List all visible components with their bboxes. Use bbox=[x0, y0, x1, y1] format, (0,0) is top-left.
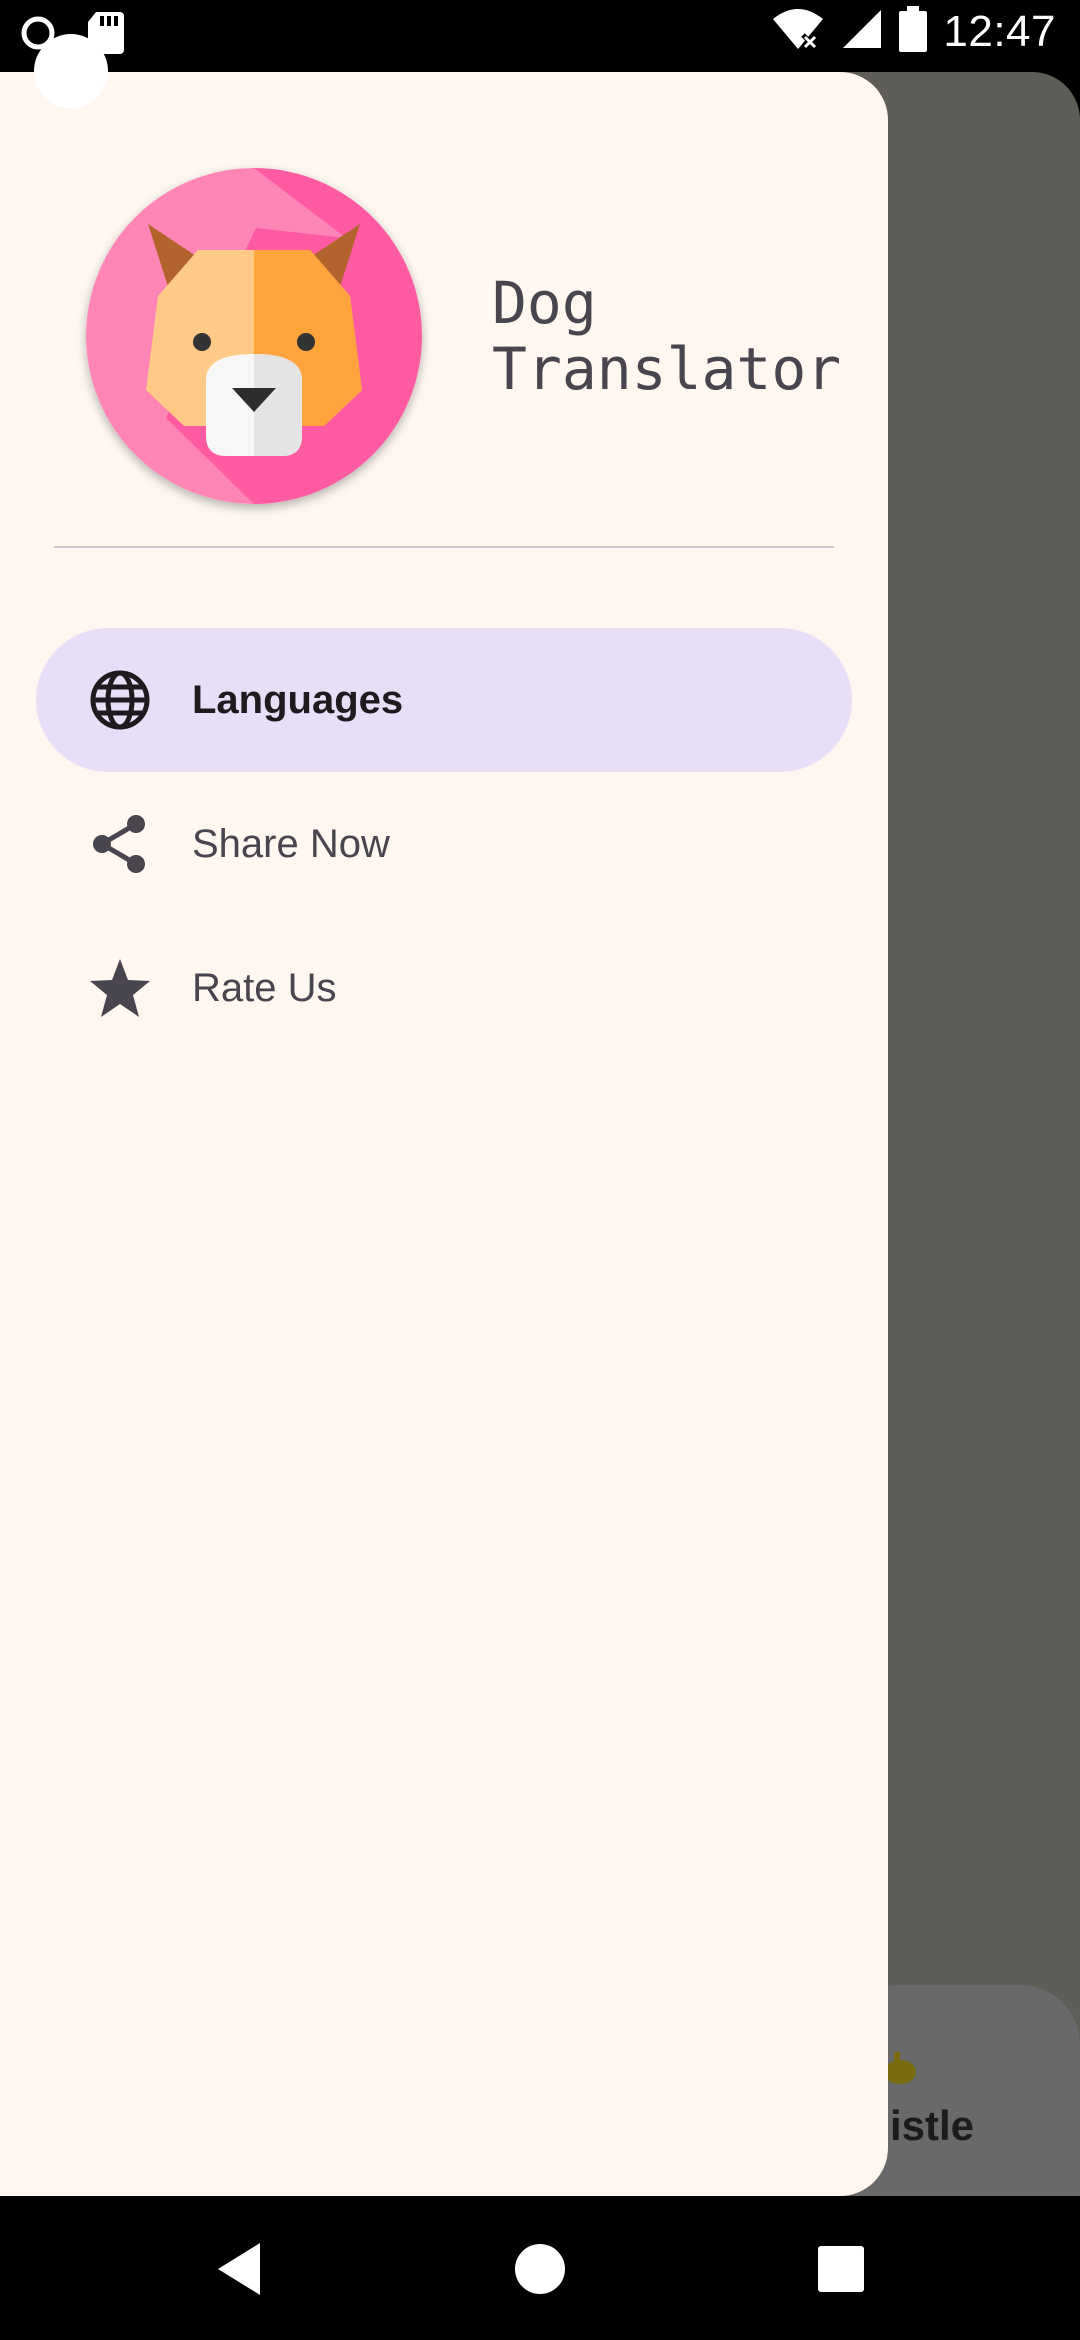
share-icon bbox=[88, 812, 152, 876]
star-icon bbox=[88, 956, 152, 1020]
drawer-item-languages[interactable]: Languages bbox=[36, 628, 852, 772]
dog-face-icon bbox=[86, 168, 422, 504]
battery-icon bbox=[899, 6, 928, 57]
recents-icon[interactable] bbox=[806, 2234, 876, 2304]
drawer-divider bbox=[54, 546, 834, 548]
status-bar: 12:47 bbox=[0, 0, 1080, 72]
status-right: 12:47 bbox=[771, 6, 1056, 57]
drawer-item-rate-us[interactable]: Rate Us bbox=[36, 916, 852, 1060]
background-card-label: istle bbox=[890, 2102, 975, 2149]
navigation-drawer: Dog Translator Languages Share Now Rate … bbox=[0, 72, 888, 2196]
overlay-dot[interactable] bbox=[34, 34, 108, 108]
app-title: Dog Translator bbox=[492, 269, 842, 403]
globe-icon bbox=[88, 668, 152, 732]
drawer-item-label: Share Now bbox=[192, 821, 390, 866]
drawer-menu: Languages Share Now Rate Us bbox=[36, 628, 852, 1060]
screen: 12:47 istle Dog Translator Languages Sha… bbox=[0, 0, 1080, 2340]
signal-icon bbox=[841, 8, 883, 55]
wifi-off-icon bbox=[771, 7, 825, 56]
drawer-item-label: Languages bbox=[192, 677, 404, 722]
back-icon[interactable] bbox=[204, 2234, 274, 2304]
status-clock: 12:47 bbox=[943, 6, 1056, 56]
drawer-item-label: Rate Us bbox=[192, 965, 337, 1010]
home-icon[interactable] bbox=[505, 2234, 575, 2304]
system-nav-bar bbox=[0, 2196, 1080, 2340]
drawer-item-share-now[interactable]: Share Now bbox=[36, 772, 852, 916]
